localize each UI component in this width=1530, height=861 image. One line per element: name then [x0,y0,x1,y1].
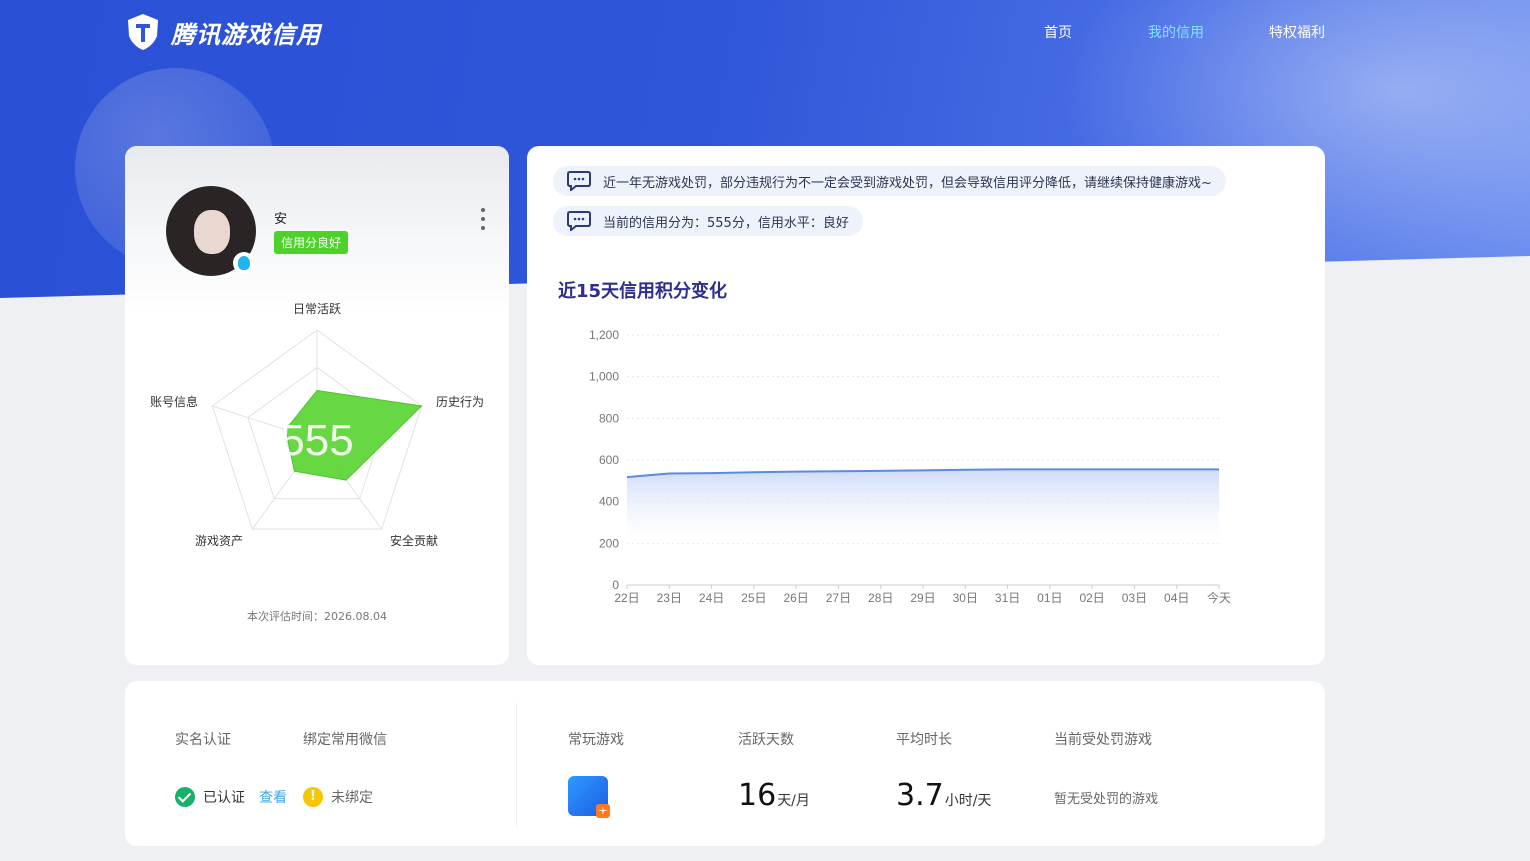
y-tick-label: 1,200 [589,328,619,342]
x-tick-label: 01日 [1037,591,1062,605]
nav-privileges[interactable]: 特权福利 [1235,22,1325,42]
x-tick-label: 29日 [910,591,935,605]
profile-card: 安 信用分良好 555 日常活跃 历史行为 安全贡献 游戏资产 账号信息 本次评… [125,146,509,665]
x-tick-label: 今天 [1207,590,1231,605]
x-tick-label: 04日 [1164,591,1189,605]
real-name-label: 实名认证 [175,732,231,748]
top-nav: 首页 我的信用 特权福利 [999,22,1325,42]
credit-line-chart: 0 200 400 600 800 1,000 1,200 22日 23日 24日 25日 26日 27… [589,328,1231,605]
radar-label-account: 账号信息 [150,395,199,409]
x-tick-label: 02日 [1079,591,1104,605]
x-tick-label: 31日 [995,591,1020,605]
punished-games-value: 暂无受处罚的游戏 [1054,792,1159,807]
x-tick-label: 03日 [1122,591,1147,605]
nav-home[interactable]: 首页 [999,22,1117,42]
avg-time-value: 3.7 小时/天 [896,778,992,813]
credit-chart-card: 近一年无游戏处罚，部分违规行为不一定会受到游戏处罚，但会导致信用评分降低，请继续… [527,146,1325,665]
evaluation-time: 本次评估时间：2026.08.04 [247,610,387,623]
avg-time-label: 平均时长 [896,732,952,748]
x-tick-label: 27日 [826,591,851,605]
wechat-status: ! 未绑定 [303,787,373,807]
radar-label-daily: 日常活跃 [293,302,342,316]
real-name-status: 已认证 查看 [175,787,287,807]
x-tick-label: 22日 [614,591,639,605]
logo-text: 腾讯游戏信用 [171,20,321,49]
radar-label-assets: 游戏资产 [195,534,244,548]
verified-text: 已认证 [203,790,245,806]
y-tick-label: 600 [599,453,619,467]
x-tick-label: 25日 [741,591,766,605]
x-tick-label: 30日 [953,591,978,605]
warning-icon: ! [303,787,323,807]
nav-my-credit[interactable]: 我的信用 [1117,22,1235,42]
x-tick-label: 24日 [699,591,724,605]
radar-score-text: 555 [280,416,353,465]
radar-label-security: 安全贡献 [390,534,439,548]
punished-games-label: 当前受处罚游戏 [1054,732,1152,748]
y-tick-label: 800 [599,411,619,425]
unbound-text[interactable]: 未绑定 [331,787,373,807]
area-fill [627,469,1219,545]
logo[interactable]: 腾讯游戏信用 [123,12,321,52]
view-link[interactable]: 查看 [259,787,287,807]
y-tick-label: 400 [599,495,619,509]
radar-label-history: 历史行为 [436,395,485,409]
x-tick-label: 28日 [868,591,893,605]
wechat-label: 绑定常用微信 [303,732,387,748]
common-game-label: 常玩游戏 [568,732,624,748]
y-tick-label: 200 [599,536,619,550]
shield-logo-icon [128,14,158,50]
game-icon[interactable] [568,776,610,818]
divider [516,703,517,827]
active-days-value: 16 天/月 [738,778,810,813]
y-tick-label: 1,000 [589,370,619,384]
y-tick-label: 0 [612,578,619,592]
active-days-label: 活跃天数 [738,732,794,748]
x-tick-label: 26日 [783,591,808,605]
check-icon [175,787,195,807]
account-summary-card: 实名认证 绑定常用微信 已认证 查看 ! 未绑定 常玩游戏 活跃天数 16天/月… [125,681,1325,846]
x-tick-label: 23日 [657,591,682,605]
